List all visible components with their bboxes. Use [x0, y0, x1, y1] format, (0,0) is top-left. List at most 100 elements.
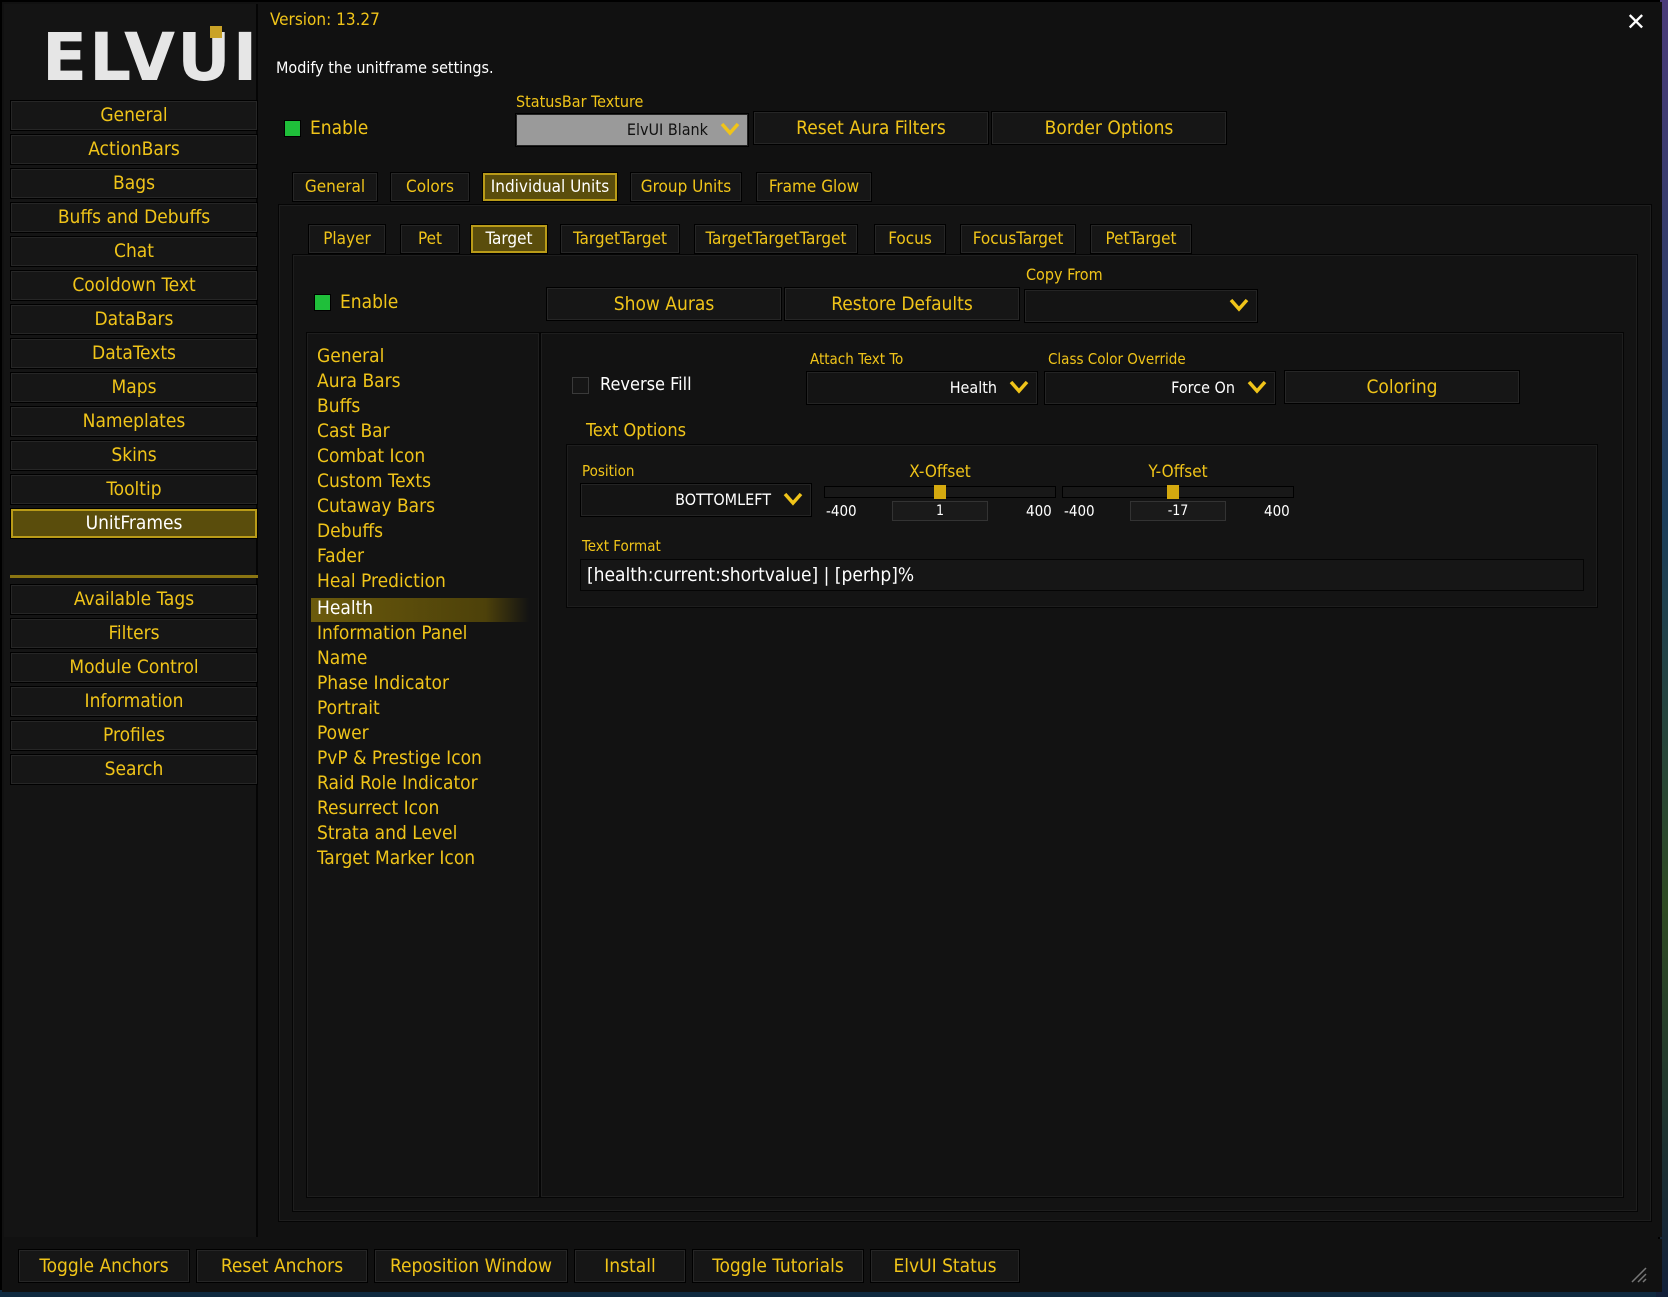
y-offset-thumb[interactable] — [1167, 485, 1179, 499]
sidebar-item-profiles[interactable]: Profiles — [10, 720, 258, 751]
y-offset-slider[interactable] — [1062, 485, 1294, 499]
class-color-override-dropdown[interactable]: Force On — [1044, 371, 1276, 405]
sub-item-cast-bar[interactable]: Cast Bar — [317, 420, 390, 442]
sub-item-fader[interactable]: Fader — [317, 545, 364, 567]
attach-text-to-label: Attach Text To — [810, 350, 904, 368]
x-offset-thumb[interactable] — [934, 485, 946, 499]
sidebar-item-available-tags[interactable]: Available Tags — [10, 584, 258, 615]
class-color-override-label: Class Color Override — [1048, 350, 1186, 368]
sidebar-item-general[interactable]: General — [10, 100, 258, 131]
text-format-input[interactable]: [health:current:shortvalue] | [perhp]% — [580, 559, 1584, 591]
sidebar-item-buffs-debuffs[interactable]: Buffs and Debuffs — [10, 202, 258, 233]
sidebar-item-chat[interactable]: Chat — [10, 236, 258, 267]
unit-enable-label: Enable — [340, 291, 399, 313]
reset-aura-filters-button[interactable]: Reset Aura Filters — [753, 111, 989, 145]
enable-checkbox[interactable] — [284, 120, 301, 137]
sub-item-cutaway-bars[interactable]: Cutaway Bars — [317, 495, 435, 517]
bottom-toolbar: Toggle Anchors Reset Anchors Reposition … — [2, 1239, 1662, 1292]
y-offset-min: -400 — [1064, 502, 1095, 520]
restore-defaults-button[interactable]: Restore Defaults — [784, 287, 1020, 321]
sub-item-raid-role-indicator[interactable]: Raid Role Indicator — [317, 772, 478, 794]
sub-item-heal-prediction[interactable]: Heal Prediction — [317, 570, 446, 592]
tab-player[interactable]: Player — [308, 224, 386, 254]
sub-item-health[interactable]: Health — [317, 597, 373, 619]
sidebar-item-maps[interactable]: Maps — [10, 372, 258, 403]
tab-colors[interactable]: Colors — [390, 172, 470, 202]
sidebar-item-information[interactable]: Information — [10, 686, 258, 717]
resize-grip-icon[interactable] — [1630, 1266, 1648, 1284]
show-auras-button[interactable]: Show Auras — [546, 287, 782, 321]
elvui-config-window: ELVUI General ActionBars Bags Buffs and … — [0, 0, 1662, 1292]
x-offset-label: X-Offset — [909, 462, 971, 482]
elvui-status-button[interactable]: ElvUI Status — [870, 1249, 1020, 1283]
sidebar-item-unitframes[interactable]: UnitFrames — [10, 508, 258, 539]
chevron-down-icon — [1229, 298, 1249, 312]
sub-item-portrait[interactable]: Portrait — [317, 697, 380, 719]
sidebar-item-search[interactable]: Search — [10, 754, 258, 785]
reverse-fill-label: Reverse Fill — [600, 374, 692, 395]
position-label: Position — [582, 462, 635, 480]
sidebar-item-cooldown-text[interactable]: Cooldown Text — [10, 270, 258, 301]
toggle-tutorials-button[interactable]: Toggle Tutorials — [692, 1249, 864, 1283]
statusbar-texture-value: ElvUI Blank — [626, 120, 708, 139]
position-value: BOTTOMLEFT — [675, 490, 771, 509]
sub-item-combat-icon[interactable]: Combat Icon — [317, 445, 425, 467]
statusbar-texture-dropdown[interactable]: ElvUI Blank — [515, 113, 749, 147]
attach-text-to-dropdown[interactable]: Health — [806, 371, 1038, 405]
tab-targettargettarget[interactable]: TargetTargetTarget — [694, 224, 858, 254]
sidebar-item-bags[interactable]: Bags — [10, 168, 258, 199]
y-offset-input[interactable]: -17 — [1130, 501, 1226, 521]
sub-item-buffs[interactable]: Buffs — [317, 395, 360, 417]
tab-target[interactable]: Target — [470, 224, 548, 254]
position-dropdown[interactable]: BOTTOMLEFT — [580, 483, 812, 517]
coloring-button[interactable]: Coloring — [1284, 370, 1520, 404]
tab-group-units[interactable]: Group Units — [630, 172, 742, 202]
sub-item-target-marker-icon[interactable]: Target Marker Icon — [317, 847, 475, 869]
tab-pet[interactable]: Pet — [400, 224, 460, 254]
tab-general[interactable]: General — [292, 172, 378, 202]
sidebar-item-databars[interactable]: DataBars — [10, 304, 258, 335]
tab-focustarget[interactable]: FocusTarget — [960, 224, 1076, 254]
reposition-window-button[interactable]: Reposition Window — [374, 1249, 568, 1283]
reverse-fill-checkbox[interactable] — [572, 377, 589, 394]
sub-item-phase-indicator[interactable]: Phase Indicator — [317, 672, 449, 694]
sidebar-item-nameplates[interactable]: Nameplates — [10, 406, 258, 437]
elvui-logo: ELVUI — [42, 18, 257, 98]
sub-item-information-panel[interactable]: Information Panel — [317, 622, 467, 644]
sub-item-pvp-prestige-icon[interactable]: PvP & Prestige Icon — [317, 747, 482, 769]
sub-item-aura-bars[interactable]: Aura Bars — [317, 370, 401, 392]
sub-item-custom-texts[interactable]: Custom Texts — [317, 470, 431, 492]
sub-item-resurrect-icon[interactable]: Resurrect Icon — [317, 797, 439, 819]
close-icon[interactable]: ✕ — [1626, 8, 1646, 36]
sub-item-general[interactable]: General — [317, 345, 384, 367]
sidebar-item-skins[interactable]: Skins — [10, 440, 258, 471]
reset-anchors-button[interactable]: Reset Anchors — [196, 1249, 368, 1283]
tab-targettarget[interactable]: TargetTarget — [560, 224, 680, 254]
tab-pettarget[interactable]: PetTarget — [1090, 224, 1192, 254]
statusbar-texture-label: StatusBar Texture — [516, 92, 644, 111]
sidebar-item-tooltip[interactable]: Tooltip — [10, 474, 258, 505]
tab-frame-glow[interactable]: Frame Glow — [756, 172, 872, 202]
y-offset-max: 400 — [1264, 502, 1290, 520]
border-options-button[interactable]: Border Options — [991, 111, 1227, 145]
x-offset-max: 400 — [1026, 502, 1052, 520]
sub-item-debuffs[interactable]: Debuffs — [317, 520, 383, 542]
toggle-anchors-button[interactable]: Toggle Anchors — [18, 1249, 190, 1283]
sidebar-item-filters[interactable]: Filters — [10, 618, 258, 649]
sidebar-item-module-control[interactable]: Module Control — [10, 652, 258, 683]
x-offset-slider[interactable] — [824, 485, 1056, 499]
sidebar-item-actionbars[interactable]: ActionBars — [10, 134, 258, 165]
chevron-down-icon — [720, 122, 740, 136]
install-button[interactable]: Install — [574, 1249, 686, 1283]
copy-from-dropdown[interactable] — [1024, 289, 1258, 323]
sub-item-name[interactable]: Name — [317, 647, 367, 669]
unit-enable-checkbox[interactable] — [314, 294, 331, 311]
sub-item-strata-level[interactable]: Strata and Level — [317, 822, 457, 844]
sub-section-list: General Aura Bars Buffs Cast Bar Combat … — [306, 332, 540, 1198]
sub-item-power[interactable]: Power — [317, 722, 369, 744]
sidebar-item-datatexts[interactable]: DataTexts — [10, 338, 258, 369]
x-offset-input[interactable]: 1 — [892, 501, 988, 521]
tab-individual-units[interactable]: Individual Units — [482, 172, 618, 202]
tab-focus[interactable]: Focus — [874, 224, 946, 254]
logo-accent — [210, 26, 222, 38]
